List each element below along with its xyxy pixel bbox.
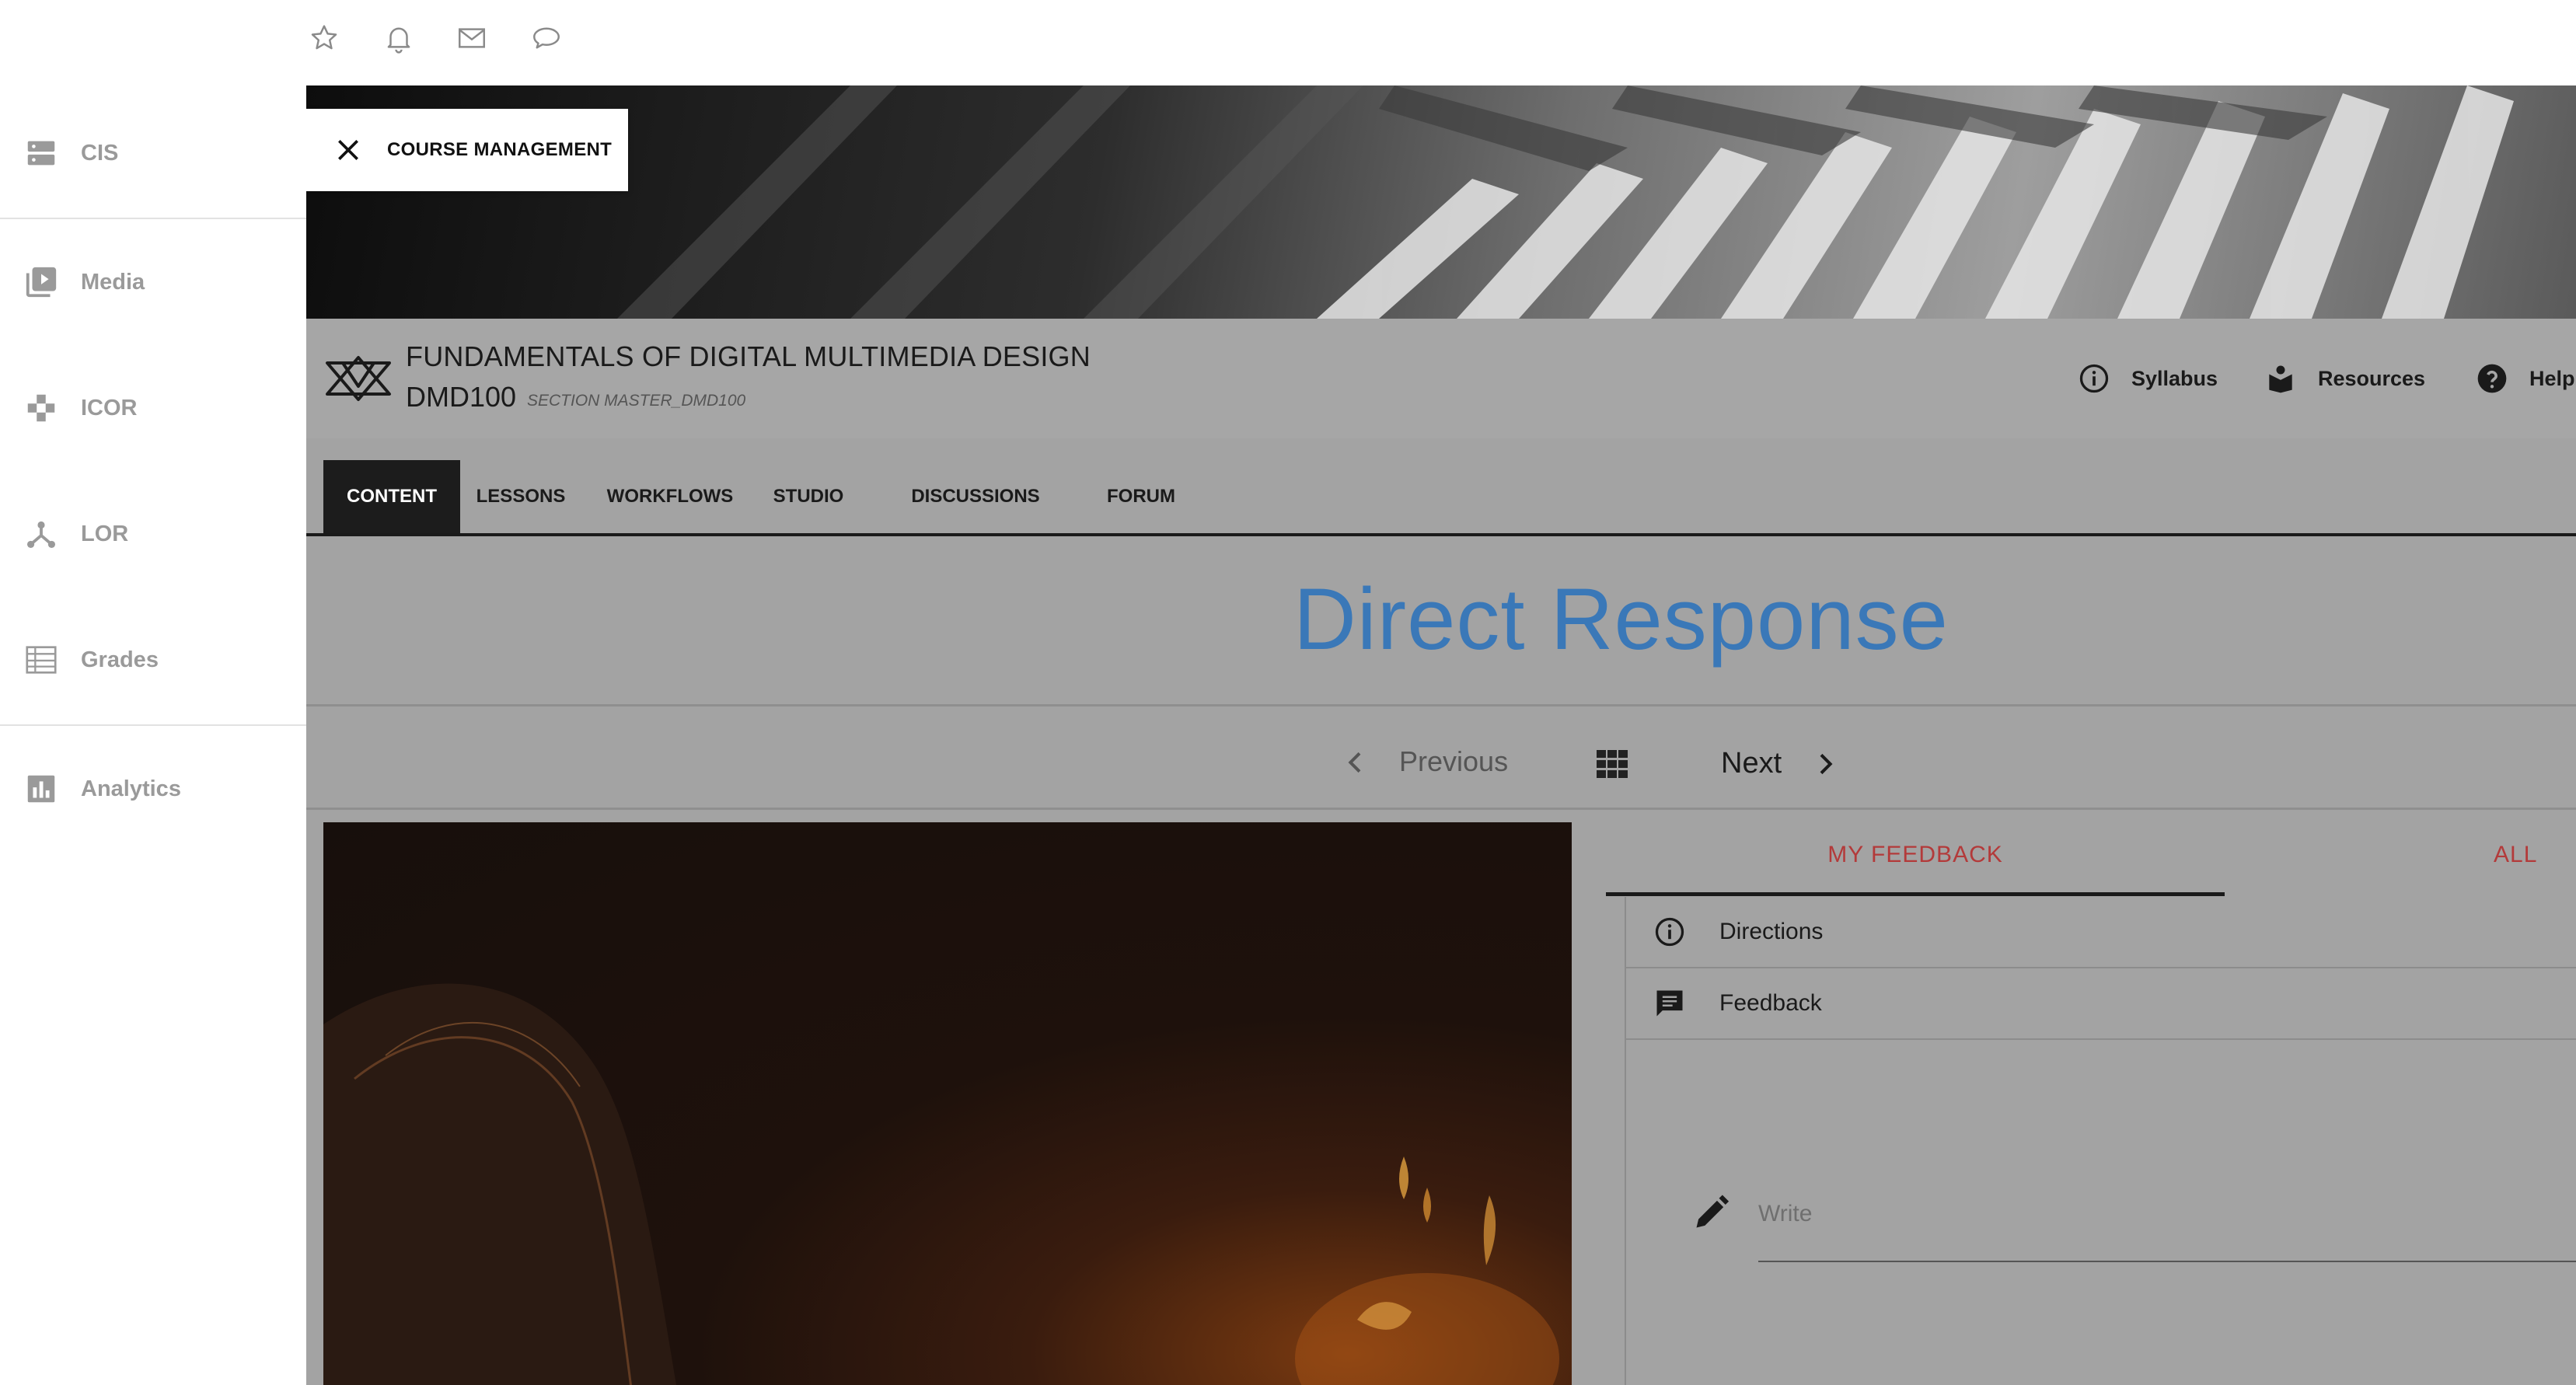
directions-label: Directions: [1719, 919, 1824, 944]
course-tabs: CONTENT LESSONS WORKFLOWS STUDIO DISCUSS…: [306, 438, 2576, 536]
table-icon: [23, 642, 59, 678]
close-icon: [338, 140, 358, 160]
sidebar-item-grades[interactable]: Grades: [0, 617, 306, 703]
sidebar-item-label: Media: [81, 269, 145, 295]
course-section: SECTION MASTER_DMD100: [527, 392, 746, 410]
tab-forum[interactable]: FORUM: [1101, 460, 1182, 533]
sidebar-item-label: CIS: [81, 140, 119, 166]
course-management-label: COURSE MANAGEMENT: [387, 139, 613, 160]
chevron-right-icon[interactable]: [1810, 748, 1841, 780]
sidebar-item-lor[interactable]: LOR: [0, 491, 306, 577]
sidebar-item-label: LOR: [81, 521, 129, 546]
sidebar-item-icor[interactable]: ICOR: [0, 365, 306, 451]
feedback-tabs: MY FEEDBACK ALL: [1606, 818, 2576, 896]
divider: [0, 218, 306, 219]
tab-discussions[interactable]: DISCUSSIONS: [880, 460, 1071, 533]
chat-bubble-icon[interactable]: [530, 22, 563, 54]
syllabus-link[interactable]: Syllabus: [2077, 359, 2218, 398]
info-icon: [1655, 917, 1684, 947]
course-logo-icon: [326, 356, 391, 401]
bell-icon[interactable]: [382, 22, 415, 54]
tab-content[interactable]: CONTENT: [323, 460, 460, 533]
tab-studio[interactable]: STUDIO: [765, 460, 852, 533]
tab-all-feedback[interactable]: ALL: [2494, 818, 2537, 892]
help-label: Help: [2529, 366, 2575, 390]
top-utility-bar: [0, 0, 2576, 85]
resources-label: Resources: [2318, 366, 2426, 390]
write-feedback-input[interactable]: [1758, 1167, 2576, 1262]
next-button[interactable]: Next: [1721, 747, 1782, 780]
video-library-icon: [23, 264, 59, 300]
puzzle-icon: [23, 390, 59, 426]
sidebar-item-analytics[interactable]: Analytics: [0, 746, 306, 832]
divider: [306, 808, 2576, 810]
chevron-left-icon[interactable]: [1340, 747, 1371, 778]
sidebar-item-label: ICOR: [81, 395, 138, 420]
course-management-button[interactable]: COURSE MANAGEMENT: [306, 109, 628, 191]
main-content: COURSE MANAGEMENT FUNDAMENTALS OF DIGITA…: [306, 85, 2576, 1385]
tab-workflows[interactable]: WORKFLOWS: [603, 460, 737, 533]
feedback-label: Feedback: [1719, 990, 1822, 1016]
sidebar-item-label: Grades: [81, 647, 159, 672]
grid-view-icon[interactable]: [1593, 745, 1631, 783]
course-title: FUNDAMENTALS OF DIGITAL MULTIMEDIA DESIG…: [406, 340, 1091, 372]
book-icon: [2269, 365, 2292, 393]
course-code: DMD100: [406, 381, 517, 413]
sidebar-item-label: Analytics: [81, 776, 181, 801]
course-banner-image: COURSE MANAGEMENT: [306, 85, 2576, 319]
resources-link[interactable]: Resources: [2264, 359, 2425, 398]
left-sidebar: CIS Media ICOR LOR Grades Analytics: [0, 85, 308, 1385]
tab-lessons[interactable]: LESSONS: [466, 460, 575, 533]
sidebar-item-media[interactable]: Media: [0, 239, 306, 325]
previous-button[interactable]: Previous: [1399, 745, 1508, 778]
tab-my-feedback[interactable]: MY FEEDBACK: [1606, 818, 2225, 896]
star-icon[interactable]: [308, 22, 340, 54]
info-icon: [2079, 364, 2109, 393]
bar-chart-icon: [23, 771, 59, 807]
directions-row[interactable]: Directions: [1626, 897, 2576, 968]
help-icon: [2477, 364, 2507, 393]
feedback-row[interactable]: Feedback: [1626, 968, 2576, 1040]
page-navigation: Previous Next: [306, 706, 2576, 809]
sidebar-item-cis[interactable]: CIS: [0, 110, 306, 196]
mail-icon[interactable]: [456, 22, 488, 54]
course-header: FUNDAMENTALS OF DIGITAL MULTIMEDIA DESIG…: [306, 319, 2576, 439]
syllabus-label: Syllabus: [2131, 366, 2218, 390]
feedback-panel: Directions Feedback: [1625, 897, 2576, 1385]
divider: [0, 724, 306, 726]
comment-icon: [1656, 990, 1683, 1017]
page-title: Direct Response: [1293, 570, 1949, 668]
media-image[interactable]: [323, 822, 1572, 1385]
help-link[interactable]: Help: [2475, 359, 2575, 398]
network-icon: [23, 516, 59, 552]
pencil-icon: [1696, 1195, 1730, 1228]
server-icon: [23, 135, 59, 171]
